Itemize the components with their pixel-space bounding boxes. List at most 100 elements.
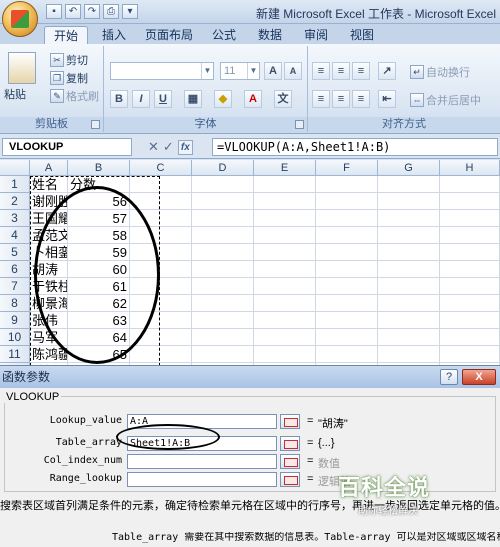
cell-empty[interactable] xyxy=(130,278,192,295)
cell-empty[interactable] xyxy=(130,176,192,193)
cell-score[interactable]: 65 xyxy=(68,346,130,363)
column-header-h[interactable]: H xyxy=(440,160,500,176)
enter-icon[interactable]: ✓ xyxy=(163,139,174,155)
cell-empty[interactable] xyxy=(378,346,440,363)
cell-name[interactable]: 柳景海 xyxy=(30,295,68,312)
cell-empty[interactable] xyxy=(440,193,500,210)
cell-name[interactable]: 胡涛 xyxy=(30,261,68,278)
cut-button[interactable]: ✂ 剪切 xyxy=(50,52,88,68)
cell-empty[interactable] xyxy=(440,227,500,244)
cell-score[interactable]: 62 xyxy=(68,295,130,312)
cell-score[interactable]: 64 xyxy=(68,329,130,346)
align-right-icon[interactable]: ≡ xyxy=(352,90,370,108)
cell-empty[interactable] xyxy=(192,295,254,312)
cell-score[interactable]: 61 xyxy=(68,278,130,295)
cell-name[interactable]: 马军 xyxy=(30,329,68,346)
cell-name[interactable]: 张伟 xyxy=(30,312,68,329)
clipboard-launcher-icon[interactable] xyxy=(91,120,100,129)
cell-empty[interactable] xyxy=(192,176,254,193)
cell-empty[interactable] xyxy=(130,193,192,210)
row-header[interactable]: 3 xyxy=(0,210,30,227)
cell-empty[interactable] xyxy=(254,227,316,244)
cell-empty[interactable] xyxy=(254,193,316,210)
cell-empty[interactable] xyxy=(254,295,316,312)
column-header-c[interactable]: C xyxy=(130,160,192,176)
align-top-icon[interactable]: ≡ xyxy=(312,62,330,80)
cell-empty[interactable] xyxy=(378,312,440,329)
row-header[interactable]: 9 xyxy=(0,312,30,329)
cell-score[interactable]: 59 xyxy=(68,244,130,261)
cell-score[interactable]: 60 xyxy=(68,261,130,278)
decrease-indent-icon[interactable]: ⇤ xyxy=(378,90,396,108)
cell-empty[interactable] xyxy=(378,210,440,227)
cell-name[interactable]: 孟范文 xyxy=(30,227,68,244)
column-header-e[interactable]: E xyxy=(254,160,316,176)
column-header-b[interactable]: B xyxy=(68,160,130,176)
font-launcher-icon[interactable] xyxy=(295,120,304,129)
cell-empty[interactable] xyxy=(130,261,192,278)
cell-empty[interactable] xyxy=(254,176,316,193)
cell-empty[interactable] xyxy=(440,244,500,261)
cell-empty[interactable] xyxy=(378,193,440,210)
cell-empty[interactable] xyxy=(440,210,500,227)
collapse-dialog-icon[interactable] xyxy=(280,436,300,451)
cell-empty[interactable] xyxy=(254,261,316,278)
column-header-f[interactable]: F xyxy=(316,160,378,176)
cell-name[interactable]: 于铁柱 xyxy=(30,278,68,295)
name-box[interactable]: VLOOKUP xyxy=(2,138,132,156)
cell-empty[interactable] xyxy=(192,210,254,227)
cell-empty[interactable] xyxy=(130,244,192,261)
cell-empty[interactable] xyxy=(440,295,500,312)
tab-page-layout[interactable]: 页面布局 xyxy=(142,26,196,44)
cell-empty[interactable] xyxy=(378,176,440,193)
grow-font-button[interactable]: A xyxy=(264,62,282,80)
wrap-text-button[interactable]: ↵ 自动换行 xyxy=(410,64,470,80)
arg-input[interactable] xyxy=(127,454,277,469)
cell-empty[interactable] xyxy=(316,261,378,278)
cell-empty[interactable] xyxy=(316,346,378,363)
cell-empty[interactable] xyxy=(130,346,192,363)
cell-empty[interactable] xyxy=(378,295,440,312)
underline-button[interactable]: U xyxy=(154,90,172,108)
cell-empty[interactable] xyxy=(316,312,378,329)
row-header[interactable]: 11 xyxy=(0,346,30,363)
orientation-icon[interactable]: ↗ xyxy=(378,62,396,80)
row-header[interactable]: 2 xyxy=(0,193,30,210)
select-all-corner[interactable] xyxy=(0,160,30,176)
copy-button[interactable]: ❐ 复制 xyxy=(50,70,88,86)
cell-empty[interactable] xyxy=(316,244,378,261)
formula-input[interactable]: =VLOOKUP(A:A,Sheet1!A:B) xyxy=(212,138,498,156)
cell-empty[interactable] xyxy=(254,329,316,346)
cell-name[interactable]: 谢刚胜 xyxy=(30,193,68,210)
insert-function-icon[interactable]: fx xyxy=(177,139,193,155)
cell-name[interactable]: 王国耀 xyxy=(30,210,68,227)
cell-score[interactable]: 58 xyxy=(68,227,130,244)
cell-empty[interactable] xyxy=(192,227,254,244)
paste-button[interactable]: 粘贴 xyxy=(4,86,26,102)
cell-empty[interactable] xyxy=(254,346,316,363)
undo-icon[interactable]: ↶ xyxy=(65,4,81,19)
cell-empty[interactable] xyxy=(316,210,378,227)
cell-empty[interactable] xyxy=(254,312,316,329)
cell-empty[interactable] xyxy=(316,329,378,346)
redo-icon[interactable]: ↷ xyxy=(84,4,100,19)
cell-empty[interactable] xyxy=(130,210,192,227)
phonetic-icon[interactable]: 文 xyxy=(274,90,292,108)
format-painter-button[interactable]: ✎ 格式刷 xyxy=(50,88,99,104)
tab-insert[interactable]: 插入 xyxy=(96,26,132,44)
cell-score[interactable]: 63 xyxy=(68,312,130,329)
cell-empty[interactable] xyxy=(192,312,254,329)
arg-input[interactable]: A:A xyxy=(127,414,277,429)
paste-icon[interactable] xyxy=(8,52,36,84)
cell-empty[interactable] xyxy=(192,329,254,346)
help-button[interactable]: ? xyxy=(440,369,458,385)
cancel-icon[interactable]: ✕ xyxy=(148,139,159,155)
cell-empty[interactable] xyxy=(316,193,378,210)
align-middle-icon[interactable]: ≡ xyxy=(332,62,350,80)
italic-button[interactable]: I xyxy=(132,90,150,108)
row-header[interactable]: 5 xyxy=(0,244,30,261)
cell-empty[interactable] xyxy=(316,176,378,193)
close-button[interactable]: X xyxy=(462,369,496,385)
office-button[interactable] xyxy=(2,1,38,37)
tab-data[interactable]: 数据 xyxy=(252,26,288,44)
